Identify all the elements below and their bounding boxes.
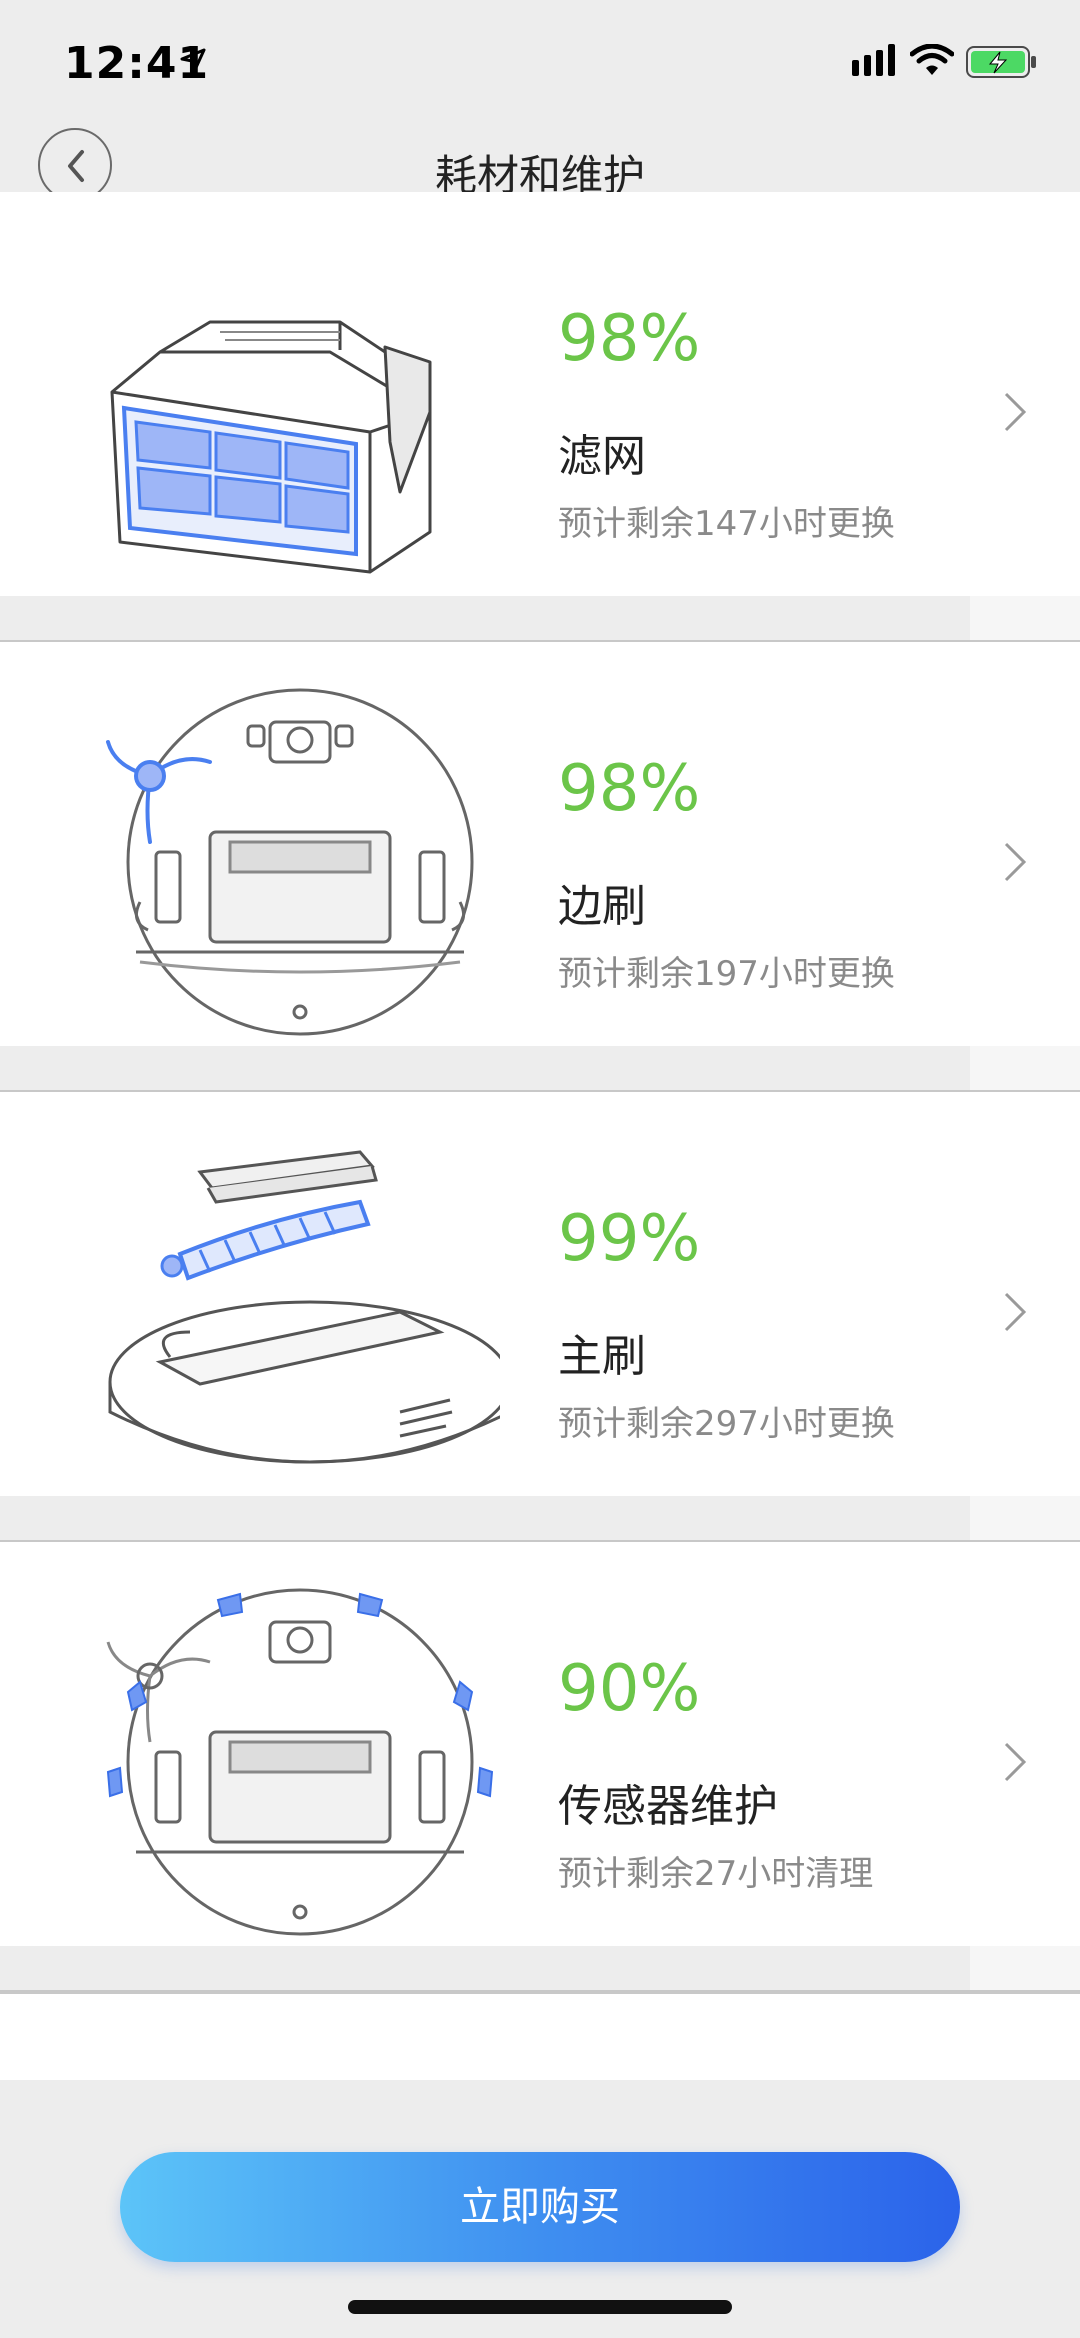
buy-now-button[interactable]: 立即购买: [120, 2152, 960, 2262]
remaining-time: 预计剩余147小时更换: [558, 504, 895, 544]
chevron-right-icon: [1004, 842, 1027, 882]
sensor-illustration: [106, 1588, 494, 1936]
chevron-right-icon: [1004, 1292, 1027, 1332]
filter-illustration: [110, 320, 432, 574]
chevron-right-icon: [1004, 392, 1027, 432]
remaining-time: 预计剩余27小时清理: [558, 1854, 874, 1894]
divider: [0, 1496, 1080, 1542]
wifi-icon: [910, 44, 954, 75]
main-brush-illustration: [108, 1150, 500, 1464]
list-footer-space: [0, 1992, 1080, 2080]
battery-icon: [966, 46, 1036, 78]
item-name: 主刷: [558, 1331, 646, 1382]
status-bar: 12:41: [0, 0, 1080, 130]
percent-value: 98%: [558, 752, 701, 826]
item-name: 边刷: [558, 881, 646, 932]
remaining-time: 预计剩余197小时更换: [558, 954, 895, 994]
signal-icon: [852, 44, 895, 76]
percent-value: 90%: [558, 1652, 701, 1726]
item-name: 传感器维护: [558, 1781, 778, 1832]
remaining-time: 预计剩余297小时更换: [558, 1404, 895, 1444]
consumable-item-side-brush[interactable]: 98% 边刷 预计剩余197小时更换: [0, 642, 1080, 1092]
divider: [0, 596, 1080, 642]
item-name: 滤网: [558, 431, 646, 482]
divider: [0, 1046, 1080, 1092]
location-arrow-icon: [180, 48, 206, 74]
chevron-right-icon: [1004, 1742, 1027, 1782]
consumable-item-sensor[interactable]: 90% 传感器维护 预计剩余27小时清理: [0, 1542, 1080, 1992]
home-indicator[interactable]: [348, 2300, 732, 2314]
side-brush-illustration: [106, 688, 474, 1036]
consumable-item-main-brush[interactable]: 99% 主刷 预计剩余297小时更换: [0, 1092, 1080, 1542]
percent-value: 98%: [558, 302, 701, 376]
consumable-item-filter[interactable]: 98% 滤网 预计剩余147小时更换: [0, 192, 1080, 642]
percent-value: 99%: [558, 1202, 701, 1276]
divider: [0, 1946, 1080, 1992]
